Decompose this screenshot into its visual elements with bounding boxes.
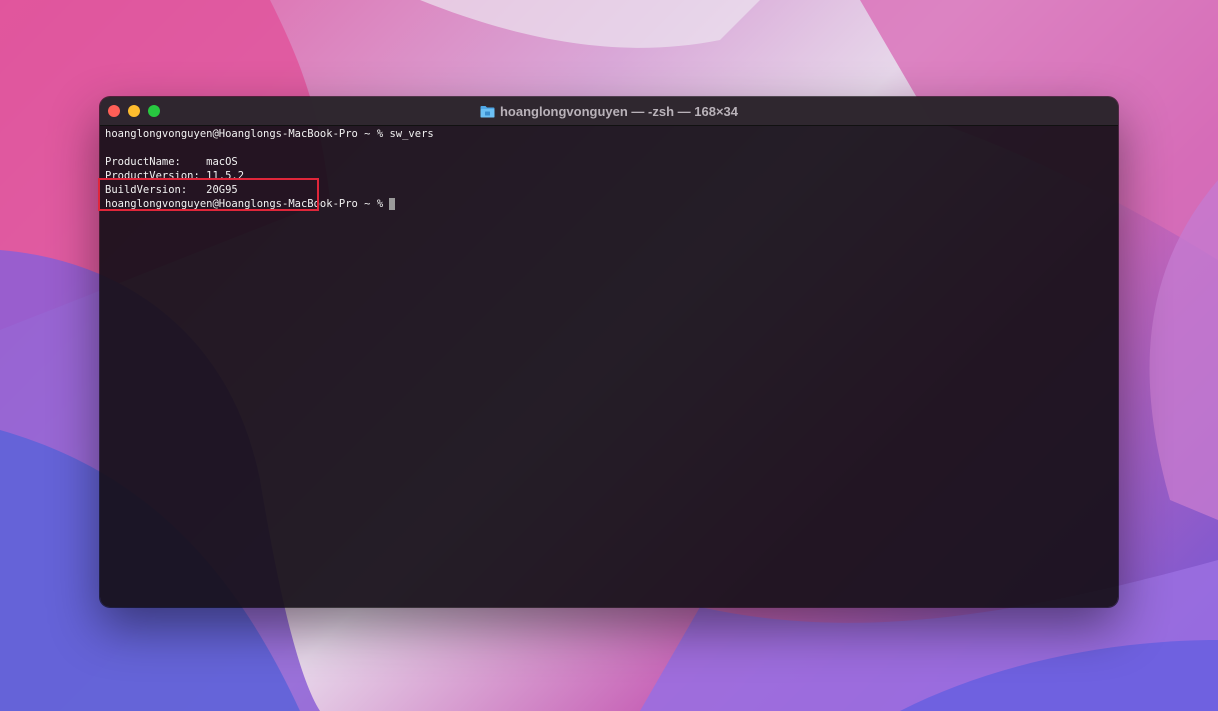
highlight-annotation-box <box>98 178 319 211</box>
title-area: hoanglongvonguyen — -zsh — 168×34 <box>100 97 1118 125</box>
terminal-line: ProductName: macOS <box>105 156 238 168</box>
folder-icon <box>480 105 495 118</box>
window-titlebar[interactable]: hoanglongvonguyen — -zsh — 168×34 <box>100 97 1118 126</box>
window-title: hoanglongvonguyen — -zsh — 168×34 <box>499 103 738 119</box>
terminal-window[interactable]: hoanglongvonguyen — -zsh — 168×34 hoangl… <box>100 97 1118 607</box>
terminal-line: hoanglongvonguyen@Hoanglongs-MacBook-Pro… <box>105 128 434 140</box>
text-cursor <box>389 198 396 210</box>
